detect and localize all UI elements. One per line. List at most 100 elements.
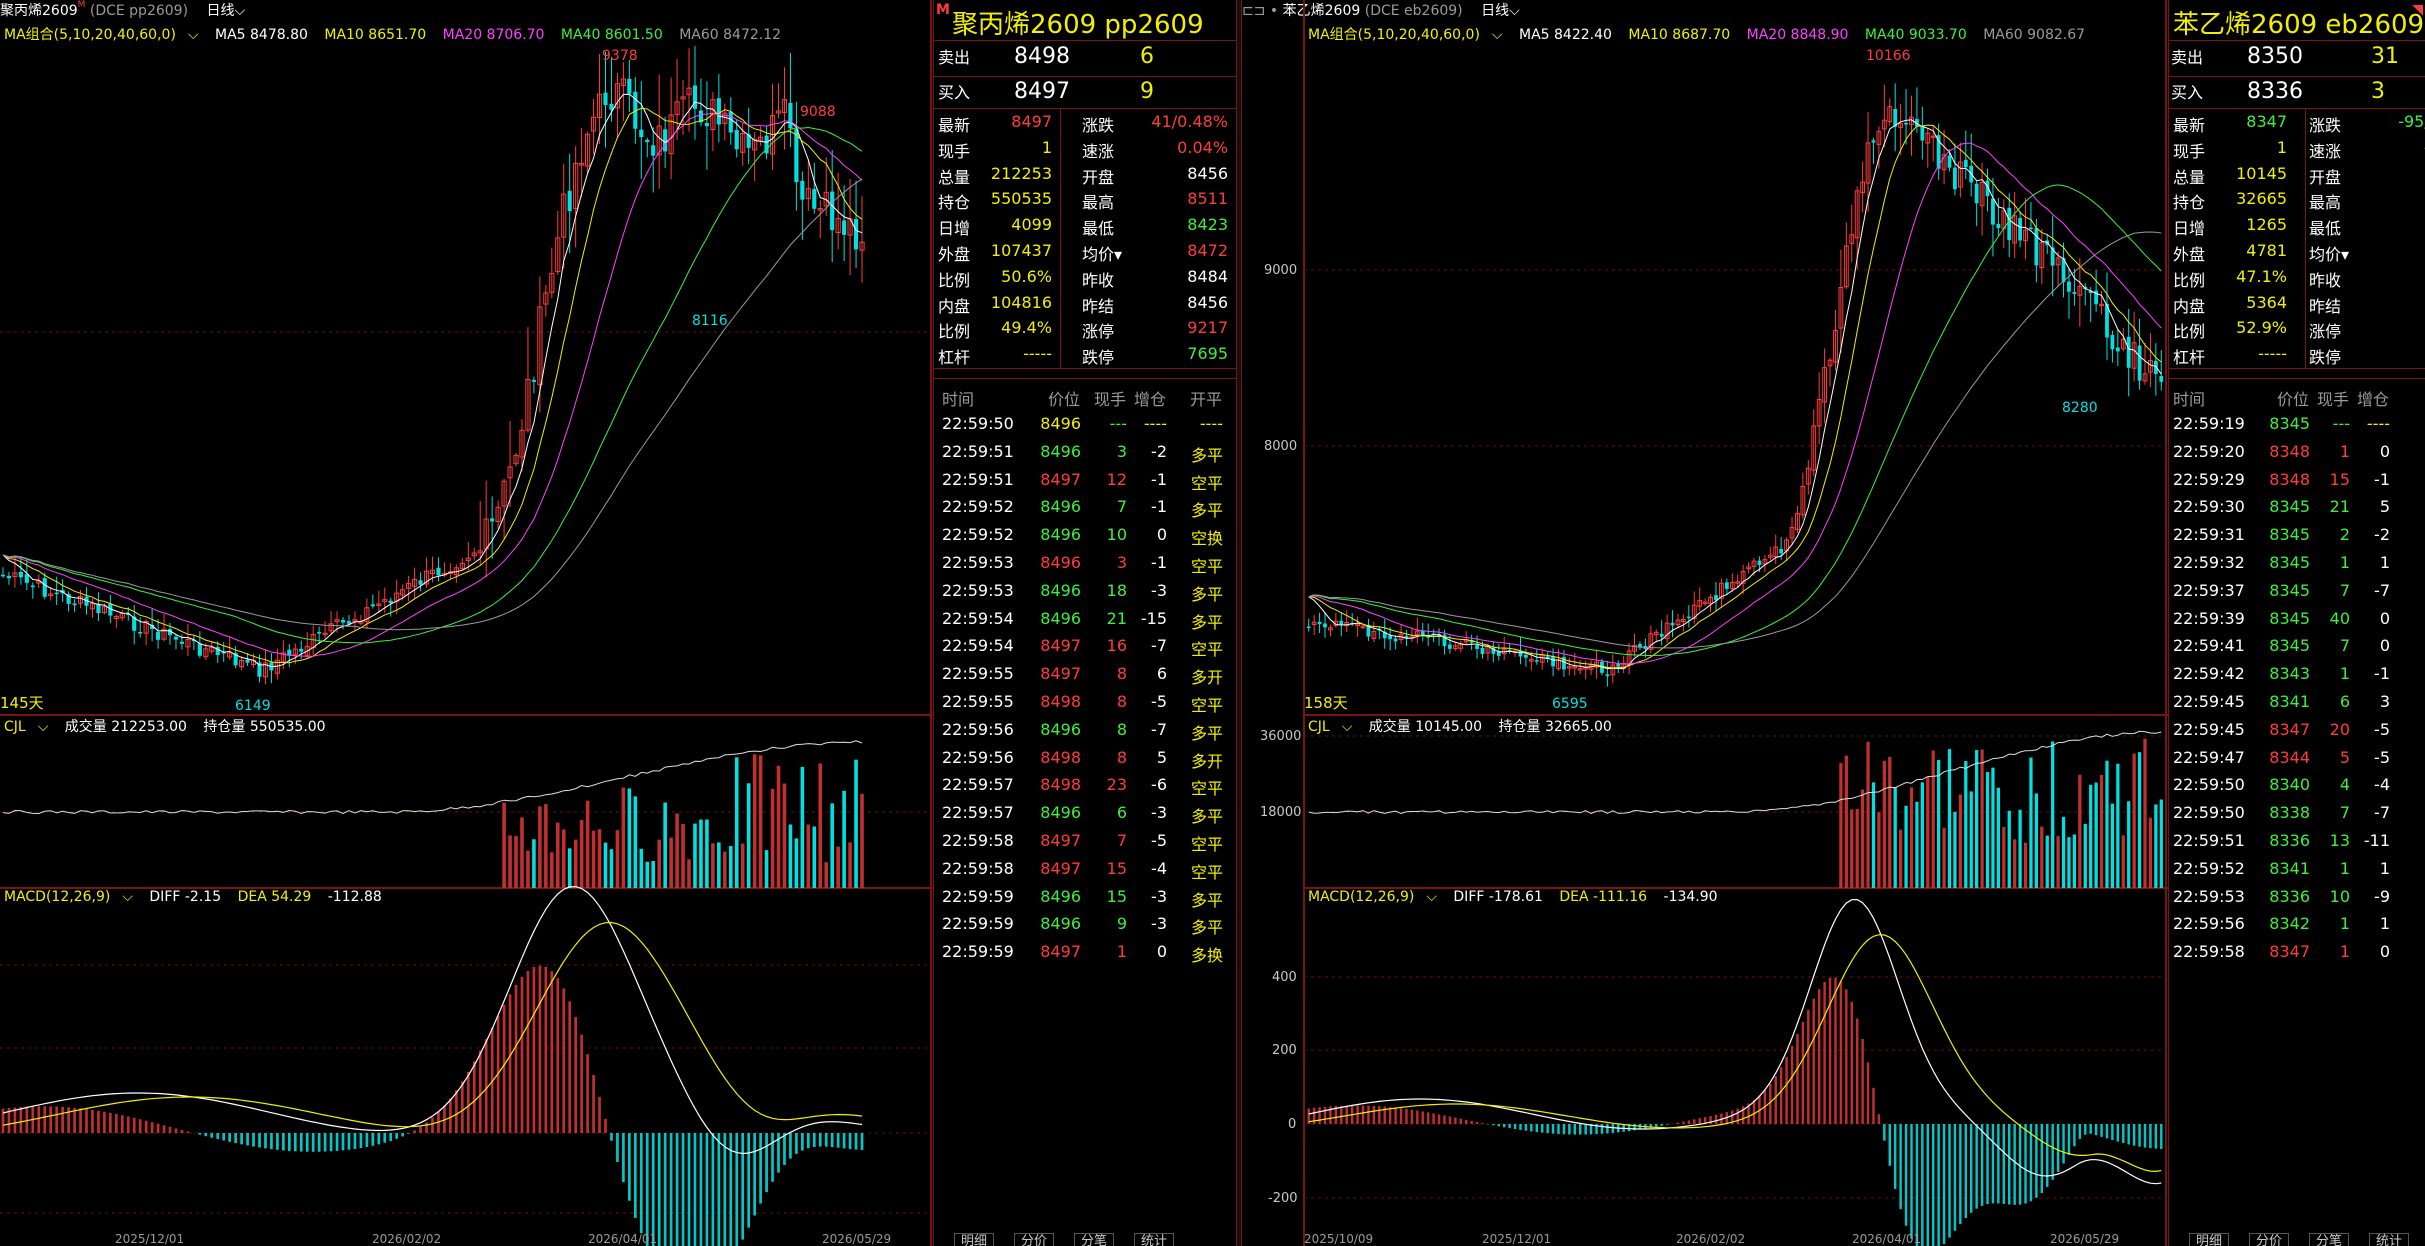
tick-row[interactable]: 22:59:37 8345 7 -7: [2169, 581, 2425, 607]
tick-row[interactable]: 22:59:57 8496 6 -3 多平: [934, 803, 1236, 829]
tick-cell: 1: [2339, 664, 2350, 684]
tick-row[interactable]: 22:59:56 8342 1 1: [2169, 914, 2425, 940]
volume-bar: [514, 835, 518, 888]
tick-cell: 22:59:58: [942, 831, 1014, 850]
tick-cell: 8496: [1040, 886, 1081, 906]
right-vol-name[interactable]: CJL ⌵: [1308, 719, 1352, 735]
tick-cell: 多平: [1190, 890, 1223, 910]
volume-bar: [1882, 760, 1886, 888]
left-sell-row[interactable]: 卖出 8498 6: [938, 44, 1238, 69]
tick-row[interactable]: 22:59:30 8345 21 5: [2169, 497, 2425, 523]
tick-row[interactable]: 22:59:54 8496 21 -15 多平: [934, 609, 1236, 635]
left-macd-name[interactable]: MACD(12,26,9) ⌵: [4, 889, 133, 905]
volume-bar: [705, 819, 709, 888]
tick-cell: -2: [1151, 441, 1167, 461]
tick-cell: -9: [2374, 886, 2390, 906]
tick-cell: 22:59:57: [942, 803, 1014, 823]
tick-row[interactable]: 22:59:31 8345 2 -2: [2169, 525, 2425, 551]
right-days-label: 158天: [1304, 694, 1348, 712]
volume-bar: [782, 783, 787, 888]
tick-cell: 22:59:20: [2173, 441, 2245, 461]
tick-row[interactable]: 22:59:45 8341 6 3: [2169, 692, 2425, 718]
tick-cell: 13: [2329, 831, 2350, 850]
left-vol-name[interactable]: CJL ⌵: [4, 719, 48, 735]
stat-label: 日增: [2173, 219, 2206, 239]
candle: [704, 123, 710, 127]
right-sell-price: 8350: [2247, 44, 2303, 69]
tick-row[interactable]: 22:59:51 8497 12 -1 空平: [934, 470, 1236, 496]
candle: [1317, 621, 1322, 625]
tick-row[interactable]: 22:59:51 8336 13 -11: [2169, 831, 2425, 857]
candle: [2126, 336, 2131, 368]
tab-price[interactable]: 分价: [2249, 1233, 2290, 1246]
candle: [1393, 638, 1398, 642]
left-chart-panel[interactable]: 聚丙烯2609M (DCE pp2609) 日线⌵ MA组合(5,10,20,4…: [0, 0, 933, 1246]
tick-row[interactable]: 22:59:58 8497 7 -5 空平: [934, 831, 1236, 857]
stat-value: 8347: [2246, 112, 2287, 131]
tab-stats[interactable]: 统计: [1134, 1233, 1175, 1246]
tick-row[interactable]: 22:59:57 8498 23 -6 空平: [934, 775, 1236, 801]
volume-bar: [627, 788, 632, 888]
tick-row[interactable]: 22:59:58 8347 1 0: [2169, 942, 2425, 968]
right-buy-qty: 3: [2371, 79, 2385, 104]
right-sell-row[interactable]: 卖出 8350 31: [2171, 44, 2425, 69]
tick-row[interactable]: 22:59:50 8340 4 -4: [2169, 775, 2425, 801]
stat-label: 速涨: [1082, 141, 1115, 161]
tick-row[interactable]: 22:59:55 8497 8 6 多开: [934, 664, 1236, 690]
tick-row[interactable]: 22:59:52 8496 7 -1 多平: [934, 497, 1236, 523]
tick-row[interactable]: 22:59:53 8496 3 -1 空平: [934, 553, 1236, 579]
tick-row[interactable]: 22:59:41 8345 7 0: [2169, 636, 2425, 662]
tab-detail[interactable]: 明细: [2189, 1233, 2230, 1246]
tick-row[interactable]: 22:59:20 8348 1 0: [2169, 442, 2425, 468]
tick-cell: 22:59:59: [942, 914, 1014, 934]
tick-cell: 1: [2379, 914, 2390, 934]
left-date-1: 2026/02/02: [372, 1232, 442, 1246]
tick-row[interactable]: 22:59:32 8345 1 1: [2169, 553, 2425, 579]
tab-price[interactable]: 分价: [1014, 1233, 1055, 1246]
candle: [1323, 623, 1327, 628]
tick-row[interactable]: 22:59:52 8496 10 0 空换: [934, 525, 1236, 551]
tick-cell: 15: [2329, 469, 2350, 489]
tick-row[interactable]: 22:59:52 8341 1 1: [2169, 859, 2425, 885]
stat-value: 9217: [1187, 318, 1228, 338]
tick-row[interactable]: 22:59:59 8496 15 -3 多平: [934, 887, 1236, 913]
tick-row[interactable]: 22:59:54 8497 16 -7 空平: [934, 636, 1236, 662]
tick-row[interactable]: 22:59:50 8496 --- ---- ----: [934, 414, 1236, 440]
ma-line: [1308, 124, 2162, 669]
tick-row[interactable]: 22:59:50 8338 7 -7: [2169, 803, 2425, 829]
tab-detail[interactable]: 明细: [954, 1233, 995, 1246]
tick-row[interactable]: 22:59:55 8498 8 -5 空平: [934, 692, 1236, 718]
volume-bar: [579, 820, 584, 888]
right-buy-row[interactable]: 买入 8336 3: [2171, 79, 2425, 104]
tick-row[interactable]: 22:59:56 8496 8 -7 多平: [934, 720, 1236, 746]
tab-tick[interactable]: 分笔: [1074, 1233, 1115, 1246]
right-macd-name[interactable]: MACD(12,26,9) ⌵: [1308, 889, 1437, 905]
tab-stats[interactable]: 统计: [2369, 1233, 2410, 1246]
stat-label: 最新: [2173, 116, 2206, 135]
volume-bar: [550, 852, 554, 888]
right-chart-panel[interactable]: ⊏⊐ • 苯乙烯2609 (DCE eb2609) 日线⌵ MA组合(5,10,…: [1242, 0, 2168, 1246]
tick-row[interactable]: 22:59:39 8345 40 0: [2169, 609, 2425, 635]
tick-row[interactable]: 22:59:53 8336 10 -9: [2169, 887, 2425, 913]
tick-row[interactable]: 22:59:51 8496 3 -2 多平: [934, 442, 1236, 468]
tick-row[interactable]: 22:59:45 8347 20 -5: [2169, 720, 2425, 746]
right-sell-qty: 31: [2371, 44, 2399, 69]
stat-value: 8423: [1187, 215, 1228, 235]
tick-row[interactable]: 22:59:56 8498 8 5 多开: [934, 748, 1236, 774]
left-tabs: 明细 分价 分笔 统计: [954, 1230, 1194, 1246]
tick-row[interactable]: 22:59:53 8496 18 -3 多平: [934, 581, 1236, 607]
tick-row[interactable]: 22:59:19 8345 --- ----: [2169, 414, 2425, 440]
tick-cell: 15: [1106, 886, 1127, 906]
tick-row[interactable]: 22:59:59 8497 1 0 多换: [934, 942, 1236, 968]
right-vol-label: CJL ⌵ 成交量 10145.00 持仓量 32665.00: [1308, 716, 1624, 736]
tick-header: 增仓: [2357, 390, 2390, 409]
volume-bar: [585, 800, 590, 888]
volume-bar: [788, 824, 793, 888]
tick-row[interactable]: 22:59:58 8497 15 -4 空平: [934, 859, 1236, 885]
tick-row[interactable]: 22:59:47 8344 5 -5: [2169, 748, 2425, 774]
tick-row[interactable]: 22:59:29 8348 15 -1: [2169, 470, 2425, 496]
tick-row[interactable]: 22:59:42 8343 1 -1: [2169, 664, 2425, 690]
tab-tick[interactable]: 分笔: [2309, 1233, 2350, 1246]
left-buy-row[interactable]: 买入 8497 9: [938, 79, 1238, 104]
tick-row[interactable]: 22:59:59 8496 9 -3 多平: [934, 914, 1236, 940]
